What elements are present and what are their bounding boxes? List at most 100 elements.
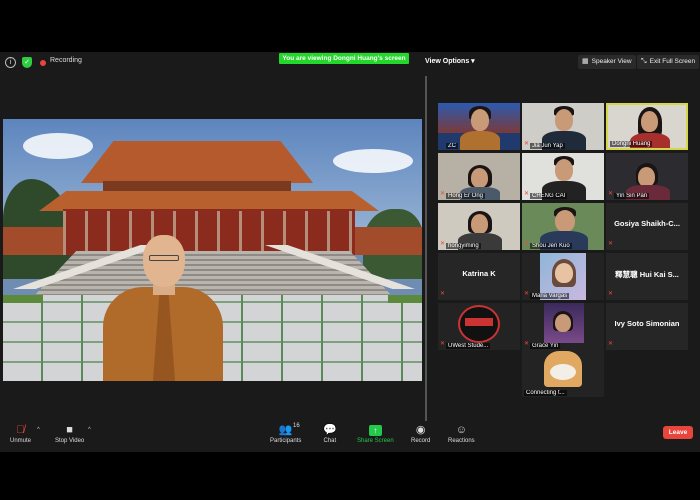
muted-mic-icon: ✕	[440, 341, 446, 347]
participants-label: Participants	[270, 438, 302, 444]
cloud	[333, 149, 413, 173]
participant-name: Connecting t...	[524, 390, 567, 396]
participant-tile-video-off[interactable]: 釋慧聰 Hui Kai S... ✕	[606, 253, 688, 300]
video-options-caret-icon[interactable]: ^	[88, 427, 91, 433]
muted-mic-icon: ✕	[608, 191, 614, 197]
participant-name: CHENG CAI	[530, 193, 568, 199]
chevron-down-icon: ▾	[471, 58, 475, 65]
audio-options-caret-icon[interactable]: ^	[37, 427, 40, 433]
share-screen-button[interactable]: ↑ Share Screen	[357, 423, 394, 444]
reactions-icon: ☺	[455, 424, 467, 436]
participant-tile[interactable]: ZC	[438, 103, 520, 150]
stop-video-label: Stop Video	[55, 438, 85, 444]
temple-columns	[63, 211, 355, 255]
muted-mic-icon: ✕	[440, 241, 446, 247]
muted-mic-icon: 🎙̸	[16, 424, 25, 436]
exit-full-screen-label: Exit Full Screen	[649, 58, 696, 65]
participant-face	[555, 109, 573, 131]
uwest-logo-banner	[465, 318, 493, 326]
speaker-glasses	[149, 255, 179, 261]
stop-video-button[interactable]: ■ Stop Video	[55, 423, 84, 444]
participant-tile-video-off[interactable]: Katrina K ✕	[438, 253, 520, 300]
exit-full-screen-icon: ⤡	[641, 58, 647, 65]
temple-upper-roof	[81, 141, 313, 183]
participant-display-name: Gosiya Shaikh-C...	[614, 219, 680, 228]
speaker-view-button[interactable]: ▦ Speaker View	[578, 55, 636, 69]
speaker-view-label: Speaker View	[591, 58, 632, 65]
share-screen-icon: ↑	[357, 423, 394, 438]
muted-mic-icon: ✕	[524, 241, 530, 247]
chat-icon: 💬	[323, 424, 337, 436]
participant-tile[interactable]: ✕ UWest Stude...	[438, 303, 520, 350]
participant-display-name: Ivy Soto Simonian	[614, 319, 680, 328]
view-options-menu[interactable]: View Options ▾	[425, 57, 475, 65]
exit-full-screen-button[interactable]: ⤡ Exit Full Screen	[637, 55, 700, 69]
temple-wing-right	[353, 227, 422, 255]
participant-tile[interactable]: Connecting t...	[522, 350, 604, 397]
info-icon[interactable]: i	[5, 57, 16, 68]
split-view-divider[interactable]	[425, 76, 427, 421]
participant-display-name: 釋慧聰 Hui Kai S...	[615, 270, 679, 279]
participant-tile[interactable]: ✕ Yin Sin Pan	[606, 153, 688, 200]
zoom-meeting-window: i ✓ Recording View Options ▾ ▦ Speaker Vi…	[0, 0, 700, 500]
chat-label: Chat	[323, 438, 337, 444]
participant-tile-active-speaker[interactable]: Dongni Huang	[606, 103, 688, 150]
record-button[interactable]: ◉ Record	[411, 423, 430, 444]
muted-mic-icon: ✕	[608, 291, 614, 297]
chat-button[interactable]: 💬 Chat	[323, 423, 337, 444]
participant-face	[471, 109, 489, 131]
participant-tile[interactable]: ✕ CHENG CAI	[522, 153, 604, 200]
view-options-label: View Options	[425, 58, 470, 65]
muted-mic-icon: ✕	[524, 191, 530, 197]
speaker-view-icon: ▦	[582, 58, 589, 65]
participant-tile-video-off[interactable]: Gosiya Shaikh-C... ✕	[606, 203, 688, 250]
lawn-left	[3, 295, 43, 303]
muted-mic-icon: ✕	[608, 241, 614, 247]
leave-button[interactable]: Leave	[663, 426, 693, 439]
participant-name: Grace Yin	[530, 343, 561, 349]
participant-face	[641, 111, 658, 132]
participant-name: Hong Er Ong	[446, 193, 486, 199]
participant-face	[555, 159, 573, 181]
participant-name: hongyiming	[446, 243, 481, 249]
participant-tile[interactable]: ✕ Shou Jen Kuo	[522, 203, 604, 250]
recording-label: Recording	[50, 57, 82, 64]
participants-count: 16	[293, 423, 300, 429]
muted-mic-icon: ✕	[524, 141, 530, 147]
participant-tile[interactable]: ✕ Jia Jun Yap	[522, 103, 604, 150]
participant-name: Shou Jen Kuo	[530, 243, 572, 249]
unmute-label: Unmute	[10, 438, 32, 444]
video-camera-icon: ■	[66, 424, 73, 436]
participant-display-name: Katrina K	[462, 269, 496, 278]
speaker-head	[143, 235, 185, 287]
lawn-right	[388, 295, 422, 303]
participant-body	[460, 131, 500, 150]
participant-name: UWest Stude...	[446, 343, 491, 349]
cloud	[23, 133, 93, 159]
participant-face	[471, 168, 488, 188]
participant-face	[471, 214, 488, 234]
muted-mic-icon: ✕	[440, 191, 446, 197]
participant-tile[interactable]: ✕ Hong Er Ong	[438, 153, 520, 200]
temple-lower-roof	[39, 191, 379, 211]
viewing-screen-banner: You are viewing Dongni Huang's screen	[279, 53, 409, 64]
recording-dot-icon	[40, 60, 46, 66]
temple-stairs	[33, 251, 393, 297]
participant-tile[interactable]: ✕ Maria Vargas	[522, 253, 604, 300]
participant-tile[interactable]: ✕ Grace Yin	[522, 303, 604, 350]
participant-name: Jia Jun Yap	[530, 143, 565, 149]
share-screen-label: Share Screen	[357, 438, 394, 444]
reactions-button[interactable]: ☺ Reactions	[448, 423, 475, 444]
participant-name: Dongni Huang	[610, 141, 653, 147]
participant-tile-video-off[interactable]: Ivy Soto Simonian ✕	[606, 303, 688, 350]
participant-tile[interactable]: ✕ hongyiming	[438, 203, 520, 250]
record-label: Record	[411, 438, 431, 444]
reactions-label: Reactions	[448, 438, 475, 444]
muted-mic-icon: ✕	[608, 341, 614, 347]
encryption-shield-icon[interactable]: ✓	[22, 57, 32, 68]
unmute-button[interactable]: 🎙̸ Unmute	[10, 423, 31, 444]
letterbox-bottom	[0, 452, 700, 500]
muted-mic-icon: ✕	[524, 341, 530, 347]
letterbox-top	[0, 0, 700, 52]
shared-screen-video[interactable]	[3, 119, 422, 381]
